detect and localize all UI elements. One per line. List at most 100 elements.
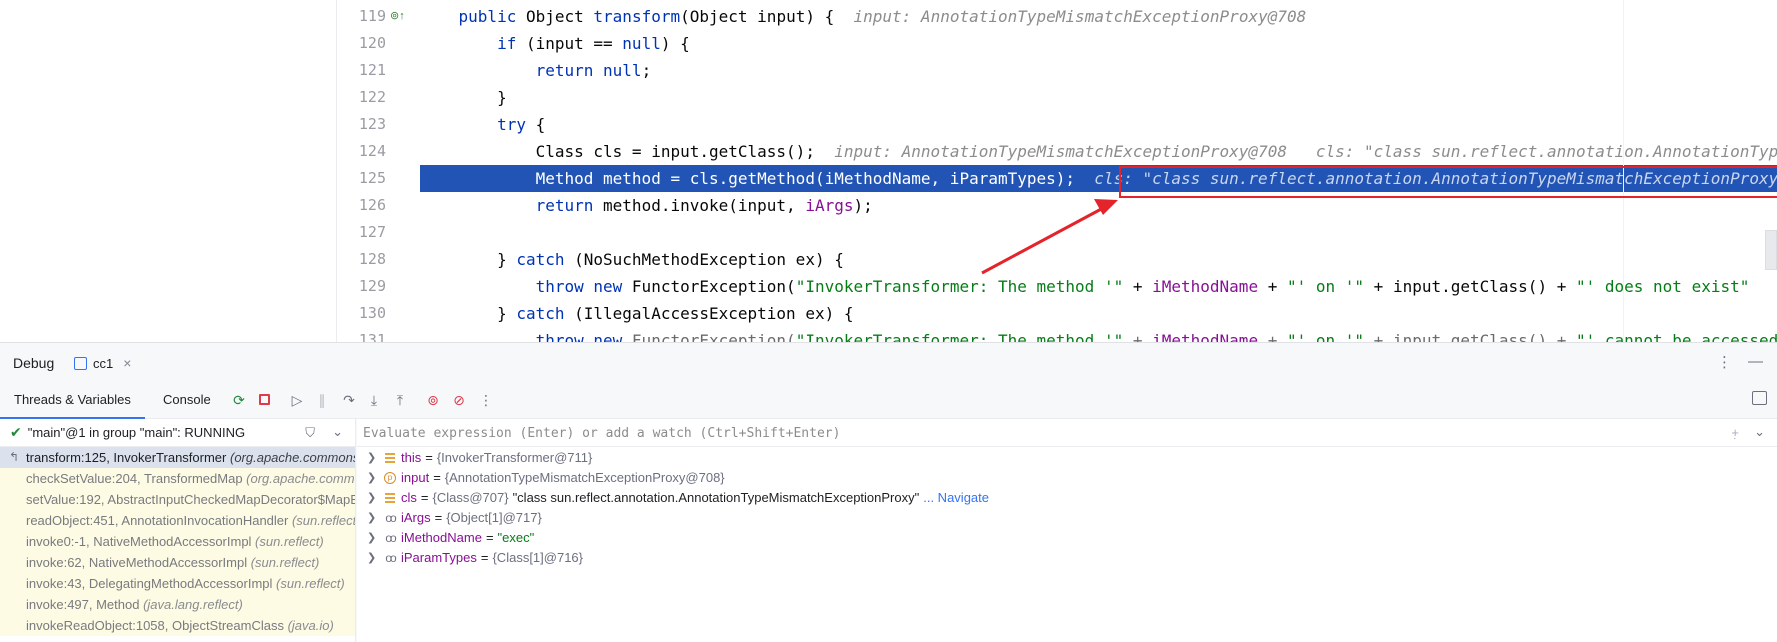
code-token: "' on '"	[1286, 277, 1365, 296]
line-number[interactable]: 120	[338, 30, 386, 57]
variable-row[interactable]: ❯ p input = {AnnotationTypeMismatchException…	[357, 468, 1777, 488]
variable-row[interactable]: ❯ oo iMethodName = "exec"	[357, 528, 1777, 548]
minimize-icon[interactable]: —	[1748, 353, 1763, 371]
line-number[interactable]: 128	[338, 246, 386, 273]
step-over-icon[interactable]: ↷	[340, 391, 358, 409]
code-token: + input.getClass() +	[1364, 331, 1576, 342]
stop-icon[interactable]	[255, 391, 273, 409]
chevron-right-icon[interactable]: ❯	[367, 468, 381, 488]
frame-package: (sun.reflect)	[255, 534, 324, 549]
chevron-down-icon[interactable]: ⌄	[1754, 424, 1765, 440]
line-number[interactable]: 129	[338, 273, 386, 300]
session-tab[interactable]: cc1 ×	[74, 343, 131, 383]
rerun-icon[interactable]: ⟳	[230, 391, 248, 409]
chevron-right-icon[interactable]: ❯	[367, 528, 381, 548]
evaluate-expression-input[interactable]	[363, 423, 1703, 443]
navigate-link[interactable]: ... Navigate	[923, 488, 989, 508]
code-token: }	[420, 304, 517, 323]
code-line[interactable]: throw new FunctorException("InvokerTrans…	[420, 327, 1777, 342]
variable-value: {AnnotationTypeMismatchExceptionProxy@70…	[444, 470, 725, 485]
code-line[interactable]: throw new FunctorException("InvokerTrans…	[420, 273, 1777, 300]
code-token: iMethodName	[1152, 277, 1259, 296]
code-line[interactable]	[420, 219, 1777, 246]
override-method-icon[interactable]: ⊚↑	[390, 3, 405, 30]
code-line[interactable]: if (input == null) {	[420, 30, 1777, 57]
equals-sign: =	[434, 510, 443, 525]
stack-frame[interactable]: invoke:62, NativeMethodAccessorImpl (sun…	[0, 552, 355, 573]
frame-method: invoke0:-1, NativeMethodAccessorImpl	[26, 534, 256, 549]
code-line[interactable]: } catch (NoSuchMethodException ex) {	[420, 246, 1777, 273]
stack-frame[interactable]: setValue:192, AbstractInputCheckedMapDec…	[0, 489, 355, 510]
tab-threads-variables[interactable]: Threads & Variables	[0, 383, 145, 419]
add-watch-icon[interactable]: +̣	[1731, 425, 1739, 440]
chevron-right-icon[interactable]: ❯	[367, 548, 381, 568]
line-number[interactable]: 121	[338, 57, 386, 84]
mute-breakpoints-icon[interactable]: ⊘	[450, 391, 468, 409]
line-number[interactable]: 124	[338, 138, 386, 165]
editor-scrollbar-thumb[interactable]	[1765, 230, 1777, 270]
variable-value: {InvokerTransformer@711}	[436, 450, 593, 465]
code-line[interactable]: Class cls = input.getClass(); input: Ann…	[420, 138, 1777, 165]
line-number[interactable]: 127	[338, 219, 386, 246]
line-number[interactable]: 125	[338, 165, 386, 192]
variables-panel: +̣ ⌄ ❯this={InvokerTransformer@711}❯pinp…	[357, 419, 1777, 642]
code-token: Class cls = input.getClass();	[420, 142, 835, 161]
line-number[interactable]: 130	[338, 300, 386, 327]
stack-frame[interactable]: invoke:43, DelegatingMethodAccessorImpl …	[0, 573, 355, 594]
code-line[interactable]: try {	[420, 111, 1777, 138]
code-token: iArgs	[805, 196, 854, 215]
code-token: "' on '"	[1286, 331, 1365, 342]
step-out-icon[interactable]: ⤒	[391, 391, 409, 409]
chevron-down-icon[interactable]: ⌄	[332, 424, 343, 440]
line-number[interactable]: 131	[338, 327, 386, 342]
variable-row[interactable]: ❯ this = {InvokerTransformer@711}	[357, 448, 1777, 468]
code-line[interactable]: }	[420, 84, 1777, 111]
stack-frame[interactable]: invoke:497, Method (java.lang.reflect)	[0, 594, 355, 615]
variable-row[interactable]: ❯ oo iArgs = {Object[1]@717}	[357, 508, 1777, 528]
line-number[interactable]: 123	[338, 111, 386, 138]
frames-panel: ✔ "main"@1 in group "main": RUNNING ⛉ ⌄ …	[0, 419, 356, 642]
variable-tostring: "class sun.reflect.annotation.Annotation…	[512, 490, 920, 505]
code-line[interactable]: } catch (IllegalAccessException ex) {	[420, 300, 1777, 327]
more-options-icon[interactable]: ⋮	[1717, 353, 1732, 371]
filter-icon[interactable]: ⛉	[305, 425, 315, 441]
code-line[interactable]: return null;	[420, 57, 1777, 84]
code-token: return	[535, 196, 604, 215]
frame-return-icon: ↰	[9, 450, 20, 464]
more-actions-icon[interactable]: ⋮	[477, 391, 495, 409]
variable-row[interactable]: ❯ oo iParamTypes = {Class[1]@716}	[357, 548, 1777, 568]
resume-icon[interactable]: ▷	[288, 391, 306, 409]
thread-selector[interactable]: ✔ "main"@1 in group "main": RUNNING ⛉ ⌄	[0, 419, 355, 447]
line-number-gutter[interactable]: 119 120 121 122 123 124 125 126 127 128 129 130 131 ⊚…	[338, 0, 420, 342]
variable-row[interactable]: ❯ cls = {Class@707} "class sun.reflect.annot…	[357, 488, 1777, 508]
code-editor[interactable]: 119 120 121 122 123 124 125 126 127 128 129 130 131 ⊚…	[0, 0, 1777, 342]
thread-label: "main"@1 in group "main": RUNNING	[27, 425, 246, 440]
variable-name: cls	[401, 490, 417, 505]
step-into-icon[interactable]: ⤓	[365, 391, 383, 409]
pause-icon[interactable]: ∥	[313, 391, 331, 409]
code-line[interactable]: public Object transform(Object input) { …	[420, 3, 1777, 30]
frame-method: checkSetValue:204, TransformedMap	[26, 471, 247, 486]
line-number[interactable]: 119	[338, 3, 386, 30]
stack-frame[interactable]: invoke0:-1, NativeMethodAccessorImpl (su…	[0, 531, 355, 552]
stack-frame[interactable]: ↰ transform:125, InvokerTransformer (org.…	[0, 447, 355, 468]
line-number[interactable]: 122	[338, 84, 386, 111]
variable-string-value: "exec"	[497, 530, 535, 545]
frame-package: (sun.reflect)	[250, 555, 320, 570]
layout-settings-icon[interactable]	[1752, 391, 1767, 405]
stack-frame[interactable]: checkSetValue:204, TransformedMap (org.a…	[0, 468, 355, 489]
view-breakpoints-icon[interactable]: ⊚	[424, 391, 442, 409]
chevron-right-icon[interactable]: ❯	[367, 488, 381, 508]
line-number[interactable]: 126	[338, 192, 386, 219]
tab-console[interactable]: Console	[163, 383, 211, 419]
field-icon	[381, 493, 399, 503]
stack-frame[interactable]: readObject:451, AnnotationInvocationHand…	[0, 510, 355, 531]
variable-name: iMethodName	[401, 530, 482, 545]
stack-frame[interactable]: invokeReadObject:1058, ObjectStreamClass…	[0, 615, 355, 636]
code-token: transform	[593, 7, 681, 26]
chevron-right-icon[interactable]: ❯	[367, 508, 381, 528]
chevron-right-icon[interactable]: ❯	[367, 448, 381, 468]
close-icon[interactable]: ×	[123, 355, 131, 371]
